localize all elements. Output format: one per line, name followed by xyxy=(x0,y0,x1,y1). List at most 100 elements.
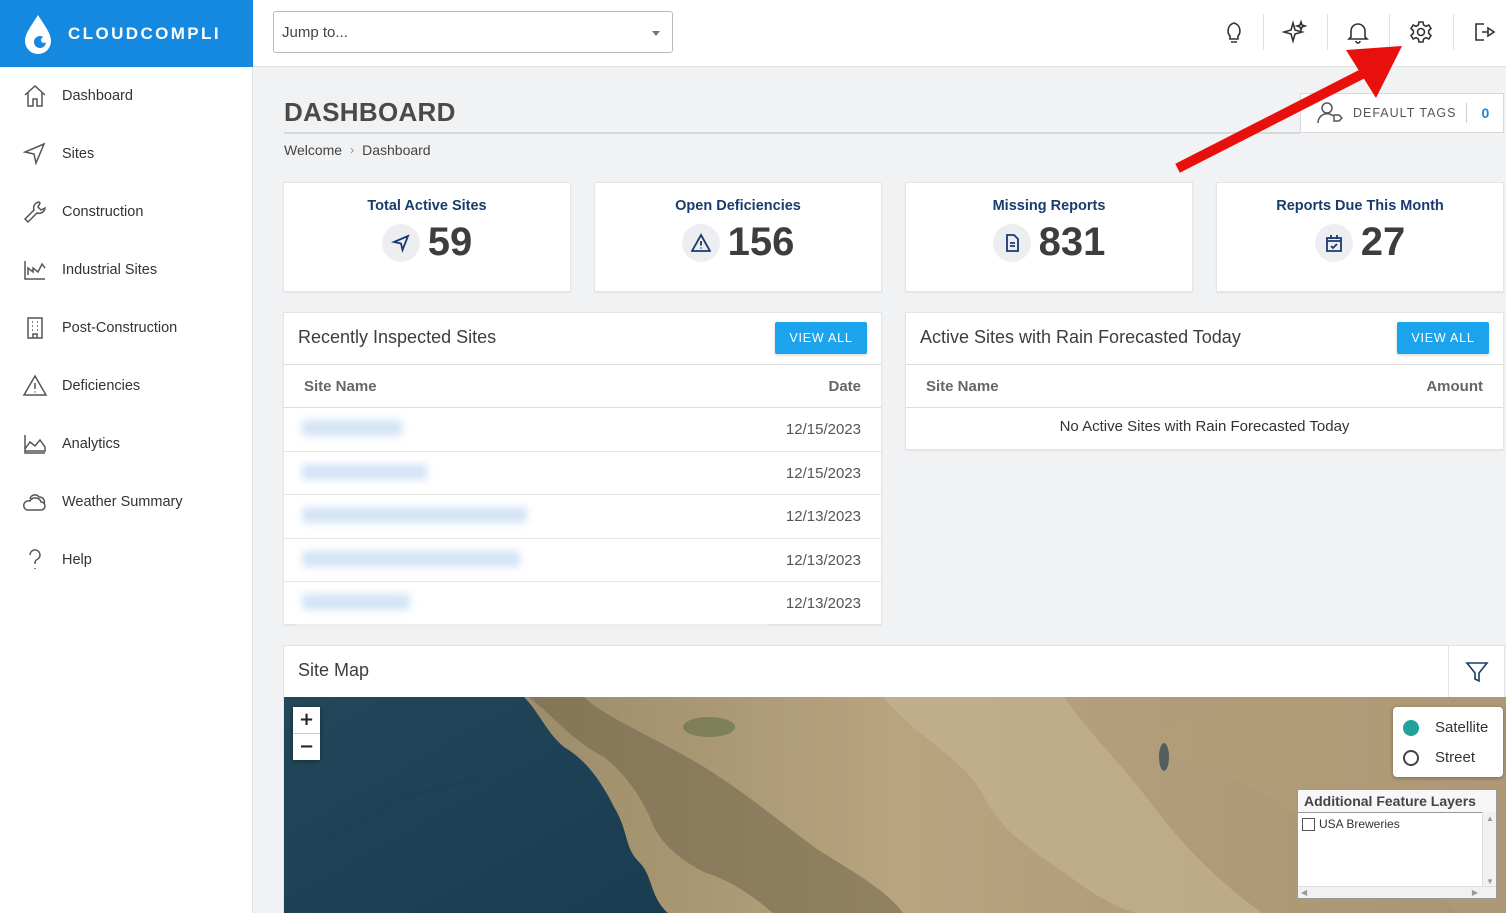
jump-to-select[interactable] xyxy=(273,11,673,53)
breadcrumb: Welcome › Dashboard xyxy=(284,142,431,158)
help-icon xyxy=(29,549,41,569)
chevron-down-icon[interactable] xyxy=(652,31,660,36)
sidebar-item-industrial-sites[interactable]: Industrial Sites xyxy=(0,241,252,299)
default-tags-count: 0 xyxy=(1481,105,1490,121)
view-all-recent-sites-button[interactable]: VIEW ALL xyxy=(775,322,867,354)
column-header-site-name[interactable]: Site Name xyxy=(926,378,999,395)
panel-title: Site Map xyxy=(298,660,370,680)
radio-checked-icon[interactable] xyxy=(1403,719,1419,736)
feature-layers-title: Additional Feature Layers xyxy=(1298,790,1496,813)
divider xyxy=(1389,14,1390,50)
document-icon xyxy=(992,223,1031,262)
row-date: 12/15/2023 xyxy=(785,421,861,438)
table-row[interactable]: 12/13/2023 xyxy=(284,538,881,582)
horizontal-scrollbar[interactable]: ◀ ▶ xyxy=(1298,886,1496,898)
checkbox-unchecked-icon[interactable] xyxy=(1302,817,1315,831)
breadcrumb-welcome[interactable]: Welcome xyxy=(284,142,342,158)
title-divider xyxy=(284,132,1300,134)
stat-title: Total Active Sites xyxy=(367,198,487,214)
feature-layer-usa-breweries[interactable]: USA Breweries xyxy=(1298,813,1496,835)
vertical-scrollbar[interactable]: ▲ ▼ xyxy=(1482,812,1496,888)
table-header: Site Name Date xyxy=(284,364,881,408)
lightbulb-icon xyxy=(1227,22,1241,43)
table-row[interactable]: 12/13/2023 xyxy=(284,582,881,626)
redaction-overlay xyxy=(296,582,769,626)
home-icon xyxy=(24,84,46,107)
column-header-date[interactable]: Date xyxy=(828,378,861,395)
default-tags-button[interactable]: DEFAULT TAGS 0 xyxy=(1300,93,1504,133)
user-tag-icon xyxy=(1317,102,1343,124)
layer-label: Street xyxy=(1435,749,1476,766)
scroll-right-icon[interactable]: ▶ xyxy=(1472,888,1478,897)
sidebar-item-dashboard[interactable]: Dashboard xyxy=(0,67,252,125)
navigation-icon xyxy=(22,142,46,166)
scroll-left-icon[interactable]: ◀ xyxy=(1301,888,1307,897)
sidebar-item-construction[interactable]: Construction xyxy=(0,183,252,241)
stat-card-reports-due-this-month[interactable]: Reports Due This Month 27 xyxy=(1216,182,1504,292)
sidebar-item-weather-summary[interactable]: Weather Summary xyxy=(0,473,252,531)
water-drop-logo-icon xyxy=(25,14,51,54)
stat-title: Open Deficiencies xyxy=(675,198,801,214)
rain-forecast-panel: Active Sites with Rain Forecasted Today … xyxy=(905,312,1504,450)
lightbulb-button[interactable] xyxy=(1214,12,1254,52)
warning-icon xyxy=(22,374,48,396)
stat-card-open-deficiencies[interactable]: Open Deficiencies 156 xyxy=(594,182,882,292)
row-date: 12/13/2023 xyxy=(785,595,861,612)
stat-value: 27 xyxy=(1360,220,1406,264)
breadcrumb-dashboard: Dashboard xyxy=(362,142,431,158)
settings-button[interactable] xyxy=(1401,12,1441,52)
radio-unchecked-icon[interactable] xyxy=(1403,749,1419,766)
zoom-in-button[interactable]: + xyxy=(293,707,320,733)
sidebar-item-analytics[interactable]: Analytics xyxy=(0,415,252,473)
column-header-amount[interactable]: Amount xyxy=(1426,378,1483,395)
zoom-out-button[interactable]: − xyxy=(293,734,320,760)
panel-title: Active Sites with Rain Forecasted Today xyxy=(920,327,1241,347)
jump-to-input[interactable] xyxy=(274,12,672,52)
area-chart-icon xyxy=(24,435,46,454)
view-all-rain-sites-button[interactable]: VIEW ALL xyxy=(1397,322,1489,354)
sidebar-item-help[interactable]: Help xyxy=(0,531,252,589)
table-row[interactable]: 12/13/2023 xyxy=(284,495,881,539)
sidebar-item-deficiencies[interactable]: Deficiencies xyxy=(0,357,252,415)
table-row[interactable]: 12/15/2023 xyxy=(284,451,881,495)
stat-value: 156 xyxy=(727,220,795,264)
sidebar-item-sites[interactable]: Sites xyxy=(0,125,252,183)
satellite-map[interactable]: + − Satellite Street Additional Feature … xyxy=(284,697,1506,913)
page-title: DASHBOARD xyxy=(284,97,456,127)
stat-value: 831 xyxy=(1038,220,1106,264)
notifications-button[interactable] xyxy=(1338,12,1378,52)
factory-icon xyxy=(24,261,46,280)
sidebar-item-label: Sites xyxy=(62,146,95,162)
stat-title: Reports Due This Month xyxy=(1276,198,1444,214)
gear-icon xyxy=(1409,21,1433,43)
ai-assistant-button[interactable] xyxy=(1275,12,1315,52)
brand-logo[interactable]: CLOUDCOMPLI xyxy=(0,0,253,67)
scroll-up-icon[interactable]: ▲ xyxy=(1486,814,1494,823)
logout-button[interactable] xyxy=(1464,12,1504,52)
row-date: 12/13/2023 xyxy=(785,551,861,569)
stat-card-total-active-sites[interactable]: Total Active Sites 59 xyxy=(283,182,571,292)
sidebar-item-label: Industrial Sites xyxy=(62,262,158,278)
site-map-panel: Site Map + − Satellite Street Additional… xyxy=(283,645,1506,913)
row-date: 12/13/2023 xyxy=(785,508,861,525)
building-icon xyxy=(27,317,43,339)
layer-option-street[interactable]: Street xyxy=(1403,749,1475,766)
wrench-icon xyxy=(23,201,46,224)
column-header-site-name[interactable]: Site Name xyxy=(304,378,377,395)
sidebar-item-post-construction[interactable]: Post-Construction xyxy=(0,299,252,357)
stat-card-missing-reports[interactable]: Missing Reports 831 xyxy=(905,182,1193,292)
filter-icon xyxy=(1464,661,1489,682)
sparkle-icon xyxy=(1282,19,1308,44)
logout-icon xyxy=(1475,23,1496,41)
brand-name: CLOUDCOMPLI xyxy=(68,23,221,43)
layer-option-satellite[interactable]: Satellite xyxy=(1403,719,1488,736)
scroll-down-icon[interactable]: ▼ xyxy=(1486,877,1494,886)
divider xyxy=(1327,14,1328,50)
default-tags-label: DEFAULT TAGS xyxy=(1353,106,1457,120)
sidebar-item-label: Dashboard xyxy=(62,88,133,104)
table-row[interactable]: 12/15/2023 xyxy=(284,408,881,452)
sidebar-item-label: Help xyxy=(62,552,92,568)
panel-title: Recently Inspected Sites xyxy=(298,327,497,347)
sidebar-item-label: Weather Summary xyxy=(62,494,183,510)
map-filter-button[interactable] xyxy=(1448,646,1504,697)
